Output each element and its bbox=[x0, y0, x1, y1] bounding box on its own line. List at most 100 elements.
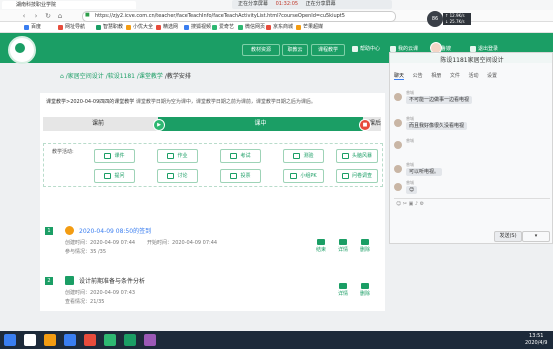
stop-icon[interactable]: ■ bbox=[359, 119, 371, 131]
share-label: 正在分享屏幕 bbox=[238, 1, 269, 7]
chat-divider bbox=[394, 198, 550, 199]
lock-icon: ■ bbox=[85, 12, 90, 18]
tab-activity[interactable]: 活动 bbox=[468, 73, 478, 79]
breadcrumb-item[interactable]: /家居空间设计 bbox=[66, 73, 104, 80]
system-clock[interactable]: 13:51 2020/4/9 bbox=[525, 333, 547, 347]
net-down: ↓ 25.7K/s bbox=[445, 19, 465, 24]
home-icon[interactable]: ⌂ bbox=[56, 12, 64, 20]
header-button[interactable]: 职教云 bbox=[282, 44, 308, 56]
header-button[interactable]: 课程教学 bbox=[311, 44, 345, 56]
activity-brainstorm[interactable]: 头脑风暴 bbox=[336, 149, 378, 163]
item-title[interactable]: 2020-04-09 08:50的签到 bbox=[79, 226, 151, 235]
bookmark-item[interactable]: 精选网 bbox=[156, 23, 178, 32]
screen-share-indicator[interactable]: 正在分享屏幕 01:32:05 正在分享屏幕 bbox=[232, 0, 392, 9]
item-start: 开始时间：2020-04-09 07:44 bbox=[147, 240, 218, 246]
refresh-icon[interactable]: ↻ bbox=[44, 12, 52, 20]
sign-in-icon bbox=[65, 226, 74, 235]
avatar bbox=[394, 183, 402, 191]
question-icon bbox=[104, 172, 112, 179]
bookmark-item[interactable]: 京东商城 bbox=[266, 23, 293, 32]
folder-icon bbox=[167, 152, 175, 159]
delete-button[interactable]: 删除 bbox=[357, 239, 373, 253]
send-button[interactable]: 发送(S) bbox=[494, 231, 522, 242]
play-icon[interactable]: ▶ bbox=[153, 119, 165, 131]
chat-tabs: 聊天 公告 相册 文件 活动 设置 bbox=[394, 71, 552, 81]
tab-settings[interactable]: 设置 bbox=[487, 73, 497, 79]
detail-button[interactable]: 详情 bbox=[335, 239, 351, 253]
activity-vote[interactable]: 投票 bbox=[220, 169, 261, 183]
eye-icon bbox=[339, 283, 347, 289]
stage-during[interactable]: 课中 bbox=[158, 117, 363, 131]
activity-group-pk[interactable]: 小组PK bbox=[283, 169, 324, 183]
stage-bar: 课前 课中 课后 ▶ ■ bbox=[43, 117, 381, 131]
stage-before[interactable]: 课前 bbox=[43, 117, 153, 131]
trash-icon bbox=[361, 239, 369, 245]
chat-window: 陈设1181家居空间设计 聊天 公告 相册 文件 活动 设置 曾城 不可能一边做… bbox=[389, 52, 553, 244]
school-logo[interactable] bbox=[8, 36, 36, 64]
bookmark-item[interactable]: 微信网页 bbox=[238, 23, 265, 32]
end-button[interactable]: 结束 bbox=[313, 239, 329, 253]
activity-exam[interactable]: 考试 bbox=[220, 149, 261, 163]
activity-box: 教学活动: 课件 作业 考试 测验 头脑风暴 提问 讨论 投票 小组PK 问卷调… bbox=[43, 143, 383, 187]
tab-title: 湖南科技职业学院 bbox=[16, 2, 57, 8]
browser-icon[interactable] bbox=[64, 334, 76, 346]
activity-courseware[interactable]: 课件 bbox=[94, 149, 135, 163]
eye-icon bbox=[339, 239, 347, 245]
performance-gauge[interactable]: 86 bbox=[427, 11, 443, 27]
activity-homework[interactable]: 作业 bbox=[157, 149, 198, 163]
bookmark-item[interactable]: 爱奇艺 bbox=[212, 23, 234, 32]
folder-icon[interactable] bbox=[44, 334, 56, 346]
vote-icon bbox=[230, 172, 238, 179]
breadcrumb-item[interactable]: /软设1181 bbox=[106, 73, 135, 80]
network-speed: ↑ 12.9K/s ↓ 25.7K/s bbox=[443, 13, 471, 25]
bookmark-item[interactable]: 百度 bbox=[24, 23, 41, 32]
trash-icon bbox=[361, 283, 369, 289]
qq-icon[interactable] bbox=[24, 334, 36, 346]
home-icon[interactable]: ⌂ bbox=[60, 73, 64, 80]
item-number: 1 bbox=[45, 227, 53, 235]
browser-tab[interactable]: 湖南科技职业学院 bbox=[2, 1, 136, 9]
activity-survey[interactable]: 问卷调查 bbox=[336, 169, 378, 183]
avatar bbox=[394, 141, 402, 149]
activity-question[interactable]: 提问 bbox=[94, 169, 135, 183]
header-button[interactable]: 教材资源 bbox=[242, 44, 280, 56]
app-icon[interactable] bbox=[124, 334, 136, 346]
activity-quiz[interactable]: 测验 bbox=[283, 149, 324, 163]
media-icon[interactable] bbox=[84, 334, 96, 346]
bookmark-item[interactable]: 网址导航 bbox=[58, 23, 85, 32]
forward-icon[interactable]: › bbox=[32, 12, 40, 20]
breadcrumb-item[interactable]: /课堂教学 bbox=[137, 73, 163, 80]
help-link[interactable]: 帮助中心 bbox=[352, 44, 380, 54]
delete-button[interactable]: 删除 bbox=[357, 283, 373, 297]
app-icon[interactable] bbox=[144, 334, 156, 346]
tab-album[interactable]: 相册 bbox=[431, 73, 441, 79]
item-title[interactable]: 设计前期准备与条件分析 bbox=[79, 276, 145, 285]
app-icon[interactable] bbox=[104, 334, 116, 346]
url-input[interactable]: https://zjy2.icve.com.cn/teacher/faceTea… bbox=[82, 11, 396, 22]
tab-files[interactable]: 文件 bbox=[450, 73, 460, 79]
bookmark-item[interactable]: 智慧职教 bbox=[96, 23, 123, 32]
bookmark-item[interactable]: 搜狐视频 bbox=[184, 23, 211, 32]
teaching-panel: 课堂教学>2020-04-09四四的课堂教学 课堂教学日期为空为课中，课堂教学日… bbox=[40, 93, 385, 311]
avatar bbox=[394, 119, 402, 127]
breadcrumb: ⌂ /家居空间设计 /软设1181 /课堂教学 /教学安排 bbox=[60, 72, 390, 82]
tab-chat[interactable]: 聊天 bbox=[394, 73, 405, 80]
chat-icon bbox=[167, 172, 175, 179]
folder-icon bbox=[230, 152, 238, 159]
send-options[interactable]: ▾ bbox=[522, 231, 550, 242]
bookmark-item[interactable]: 小优大全 bbox=[126, 23, 153, 32]
list-item: 2 设计前期准备与条件分析 创建时间：2020-04-09 07:43 查看情况… bbox=[43, 273, 381, 311]
bookmark-item[interactable]: 芒果超媒 bbox=[296, 23, 323, 32]
breadcrumb-current: /教学安排 bbox=[164, 73, 191, 80]
start-icon[interactable] bbox=[4, 334, 16, 346]
item-created: 创建时间：2020-04-09 07:44 bbox=[65, 240, 136, 246]
activity-discussion[interactable]: 讨论 bbox=[157, 169, 198, 183]
tab-notice[interactable]: 公告 bbox=[413, 73, 423, 79]
browser-titlebar: 湖南科技职业学院 正在分享屏幕 01:32:05 正在分享屏幕 bbox=[0, 0, 553, 10]
back-icon[interactable]: ‹ bbox=[20, 12, 28, 20]
chat-toolbar[interactable]: ☺ ✂ ▣ ♪ ⚙ bbox=[396, 201, 424, 207]
detail-button[interactable]: 详情 bbox=[335, 283, 351, 297]
avatar bbox=[394, 165, 402, 173]
group-icon bbox=[290, 172, 298, 179]
item-views: 查看情况：21/35 bbox=[65, 299, 105, 305]
